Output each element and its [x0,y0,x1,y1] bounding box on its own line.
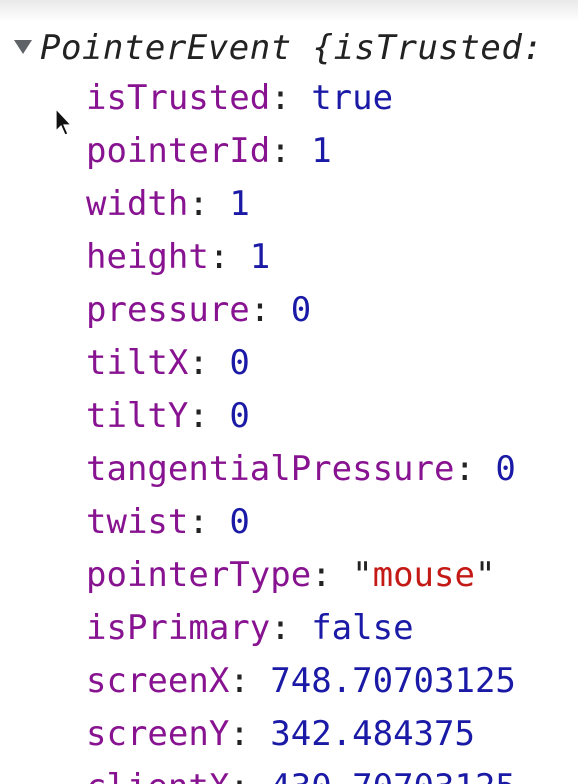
property-key: twist [86,502,189,542]
property-key: width [86,184,189,224]
property-value: 0 [229,343,250,383]
property-key: isTrusted [86,78,271,118]
property-row[interactable]: pressure: 0 [86,288,516,341]
property-value: 0 [290,290,312,330]
object-summary: PointerEvent {isTrusted: [40,28,544,68]
property-value: 748.70703125 [270,661,516,701]
property-row[interactable]: tangentialPressure: 0 [86,447,516,500]
property-row[interactable]: tiltY: 0 [86,394,516,447]
property-key: tiltX [86,343,189,383]
property-key: clientX [86,767,229,784]
property-value: 1 [311,131,332,171]
property-value: 0 [229,502,250,542]
property-key: tangentialPressure [86,449,455,489]
console-panel: PointerEvent {isTrusted: isTrusted: true… [0,0,578,784]
mouse-pointer-icon [55,108,73,136]
property-row[interactable]: height: 1 [86,235,516,288]
property-key: isPrimary [86,608,271,648]
property-row[interactable]: twist: 0 [86,500,516,553]
property-row[interactable]: width: 1 [86,182,516,235]
property-key: pointerId [86,131,271,171]
property-value: 342.484375 [270,714,475,754]
top-shadow [0,0,578,22]
property-value: false [311,608,414,648]
property-row[interactable]: tiltX: 0 [86,341,516,394]
property-value: true [311,78,394,118]
property-value: 430.70703125 [270,767,516,784]
property-list: isTrusted: true pointerId: 1 width: 1 he… [86,76,516,784]
property-value-string: mouse [372,555,475,595]
property-key: screenX [86,661,230,701]
object-header[interactable]: PointerEvent {isTrusted: [14,26,543,70]
property-value: 1 [229,184,250,224]
property-value: 1 [249,237,271,277]
property-value: 0 [495,449,516,489]
property-key: height [86,237,209,277]
property-key: screenY [86,714,230,754]
property-row[interactable]: screenY: 342.484375 [86,712,516,765]
property-row[interactable]: clientX: 430.70703125 [86,765,516,784]
property-row[interactable]: pointerType: "mouse" [86,553,516,606]
property-row[interactable]: isTrusted: true [86,76,516,129]
property-key: pointerType [86,555,312,595]
property-key: tiltY [86,396,189,436]
property-key: pressure [86,290,250,330]
property-row[interactable]: isPrimary: false [86,606,516,659]
property-row[interactable]: pointerId: 1 [86,129,516,182]
property-row[interactable]: screenX: 748.70703125 [86,659,516,712]
property-value: 0 [229,396,250,436]
expand-triangle-icon[interactable] [14,39,32,54]
